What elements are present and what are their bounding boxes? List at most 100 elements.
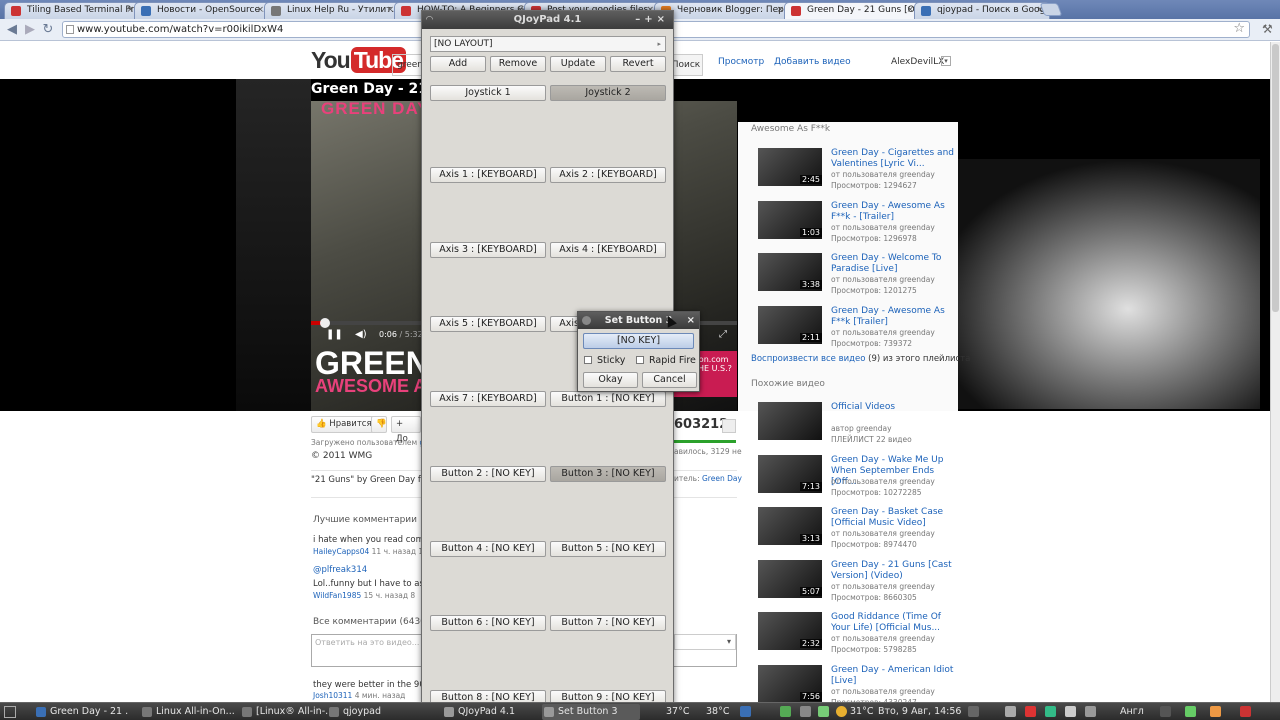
close-icon[interactable]: × — [687, 312, 695, 329]
add-to-button[interactable]: + До — [391, 416, 421, 444]
mapping-button[interactable]: Button 1 : [NO KEY] — [550, 391, 666, 408]
chevron-down-icon[interactable]: ▾ — [941, 56, 951, 66]
mapping-button[interactable]: Button 7 : [NO KEY] — [550, 615, 666, 632]
browser-tab[interactable]: Green Day - 21 Guns [O... × — [784, 2, 920, 19]
checkbox-box[interactable] — [584, 356, 592, 364]
video-list-item[interactable]: 5:07 Green Day - 21 Guns [Cast Version] (… — [758, 559, 958, 606]
browse-link[interactable]: Просмотр — [718, 57, 764, 67]
mapping-button[interactable]: Button 5 : [NO KEY] — [550, 540, 666, 557]
add-layout-button[interactable]: Add — [430, 56, 486, 72]
video-thumbnail[interactable] — [758, 402, 822, 440]
cancel-button[interactable]: Cancel — [642, 372, 697, 388]
video-list-item[interactable]: 3:13 Green Day - Basket Case [Official Mu… — [758, 507, 958, 553]
sticky-checkbox[interactable]: Sticky — [584, 355, 625, 366]
checkbox-box[interactable] — [636, 356, 644, 364]
mapping-button[interactable]: Button 2 : [NO KEY] — [430, 465, 546, 482]
window-menu-icon[interactable]: ◠ — [426, 14, 433, 26]
update-layout-button[interactable]: Update — [550, 56, 606, 72]
browser-tab[interactable]: qjoypad - Поиск в Google × — [914, 2, 1050, 19]
video-link[interactable]: Good Riddance (Time Of Your Life) [Offic… — [831, 612, 956, 634]
close-icon[interactable]: × — [126, 3, 134, 18]
video-list-item[interactable]: 3:38 Green Day - Welcome To Paradise [Liv… — [758, 253, 958, 299]
browser-tab[interactable]: Новости - OpenSource ... × — [134, 2, 270, 19]
video-list-item[interactable]: 1:03 Green Day - Awesome As F**k - [Trail… — [758, 200, 958, 247]
stats-icon[interactable] — [722, 419, 736, 433]
video-list-item[interactable]: 2:32 Good Riddance (Time Of Your Life) [O… — [758, 612, 958, 658]
scrollbar-thumb[interactable] — [1272, 44, 1279, 312]
tab-joystick-1[interactable]: Joystick 1 — [430, 85, 546, 101]
performer-link[interactable]: Green Day — [702, 474, 742, 483]
video-link[interactable]: Official Videos — [831, 402, 956, 413]
video-list-item[interactable]: 2:45 Green Day - Cigarettes and Valentine… — [758, 148, 958, 194]
revert-layout-button[interactable]: Revert — [610, 56, 666, 72]
reload-icon[interactable]: ↻ — [40, 22, 56, 38]
dislike-button[interactable]: 👎 — [371, 416, 387, 433]
tab-joystick-2[interactable]: Joystick 2 — [550, 85, 666, 101]
window-menu-icon[interactable] — [582, 316, 591, 325]
minimize-icon[interactable]: – — [635, 14, 644, 25]
forward-icon[interactable]: ▶ — [22, 22, 38, 38]
browser-tab[interactable]: Linux Help Ru - Утилит... × — [264, 2, 400, 19]
video-list-item[interactable]: 7:13 Green Day - Wake Me Up When Septembe… — [758, 454, 958, 501]
close-icon[interactable]: × — [386, 3, 394, 18]
video-link[interactable]: Green Day - Basket Case [Official Music … — [831, 507, 956, 529]
comment-user-link[interactable]: WildFan1985 — [313, 591, 361, 600]
comment-sort-dropdown[interactable]: ▾ — [674, 634, 736, 650]
video-list-item[interactable]: 2:11 Green Day - Awesome As F**k [Trailer… — [758, 305, 958, 352]
video-scrubber-handle[interactable] — [320, 318, 330, 328]
rapid-fire-checkbox[interactable]: Rapid Fire — [636, 355, 696, 366]
close-icon[interactable]: × — [256, 3, 264, 18]
mapping-button[interactable]: Axis 2 : [KEYBOARD] — [550, 167, 666, 183]
keyboard-layout[interactable]: Англ — [1120, 704, 1144, 720]
qjoypad-titlebar[interactable]: ◠ QJoyPad 4.1 –+× — [422, 11, 673, 29]
new-tab-button[interactable] — [1039, 3, 1063, 16]
keyboard-icon[interactable] — [1005, 706, 1016, 717]
set-button-titlebar[interactable]: Set Button 3 × — [578, 312, 699, 329]
taskbar-task[interactable]: QJoyPad 4.1 — [442, 704, 536, 720]
close-icon[interactable]: × — [657, 14, 669, 25]
close-icon[interactable]: × — [906, 3, 914, 18]
display-icon[interactable] — [968, 706, 979, 717]
clock[interactable]: Вто, 9 Авг, 14:56 — [878, 704, 961, 720]
start-menu-icon[interactable] — [4, 706, 16, 718]
video-list-item[interactable]: 7:56 Green Day - American Idiot [Live] от … — [758, 664, 958, 702]
update-icon[interactable] — [818, 706, 829, 717]
browser-tab[interactable]: Черновик Blogger: Пер... × — [654, 2, 790, 19]
taskbar-task[interactable]: qjoypad — [327, 704, 421, 720]
browser-tab[interactable]: Tiling Based Terminal Pr... × — [4, 2, 140, 19]
network-icon[interactable] — [740, 706, 751, 717]
app-tray-icon[interactable] — [1210, 706, 1221, 717]
back-icon[interactable]: ◀ — [4, 22, 20, 38]
clipboard-icon[interactable] — [1065, 706, 1076, 717]
video-link[interactable]: Green Day - Awesome As F**k [Trailer] — [831, 306, 956, 328]
volume-icon[interactable] — [800, 706, 811, 717]
comment-mention-link[interactable]: @plfreak314 — [313, 565, 367, 575]
close-icon[interactable]: × — [776, 3, 784, 18]
layout-select[interactable]: [NO LAYOUT] ▸ — [430, 36, 666, 52]
page-scrollbar[interactable] — [1270, 42, 1280, 702]
wrench-icon[interactable]: ⚒ — [1262, 22, 1273, 36]
mapping-button[interactable]: Axis 5 : [KEYBOARD] — [430, 316, 546, 333]
app-tray-icon[interactable] — [1160, 706, 1171, 717]
taskbar-task[interactable]: Green Day - 21 ... — [34, 704, 128, 720]
volume-icon[interactable]: ◀) — [355, 329, 367, 340]
okay-button[interactable]: Okay — [583, 372, 638, 388]
remove-layout-button[interactable]: Remove — [490, 56, 546, 72]
maximize-icon[interactable]: + — [644, 14, 656, 25]
video-link[interactable]: Green Day - Welcome To Paradise [Live] — [831, 253, 956, 275]
fullscreen-icon[interactable]: ⤢ — [719, 329, 727, 340]
video-link[interactable]: Green Day - 21 Guns [Cast Version] (Vide… — [831, 560, 956, 582]
bookmark-star-icon[interactable]: ☆ — [1233, 21, 1245, 36]
mapping-button[interactable]: Axis 1 : [KEYBOARD] — [430, 167, 546, 183]
mapping-button[interactable]: Button 6 : [NO KEY] — [430, 615, 546, 632]
video-link[interactable]: Green Day - Cigarettes and Valentines [L… — [831, 148, 956, 170]
power-icon[interactable] — [1085, 706, 1096, 717]
mapping-button[interactable]: Axis 4 : [KEYBOARD] — [550, 241, 666, 258]
upload-link[interactable]: Добавить видео — [774, 57, 851, 67]
mail-icon[interactable] — [1025, 706, 1036, 717]
battery-icon[interactable] — [780, 706, 791, 717]
weather-icon[interactable] — [836, 706, 847, 717]
mapping-button[interactable]: Button 3 : [NO KEY] — [550, 465, 666, 482]
shutdown-icon[interactable] — [1240, 706, 1251, 717]
app-tray-icon[interactable] — [1185, 706, 1196, 717]
